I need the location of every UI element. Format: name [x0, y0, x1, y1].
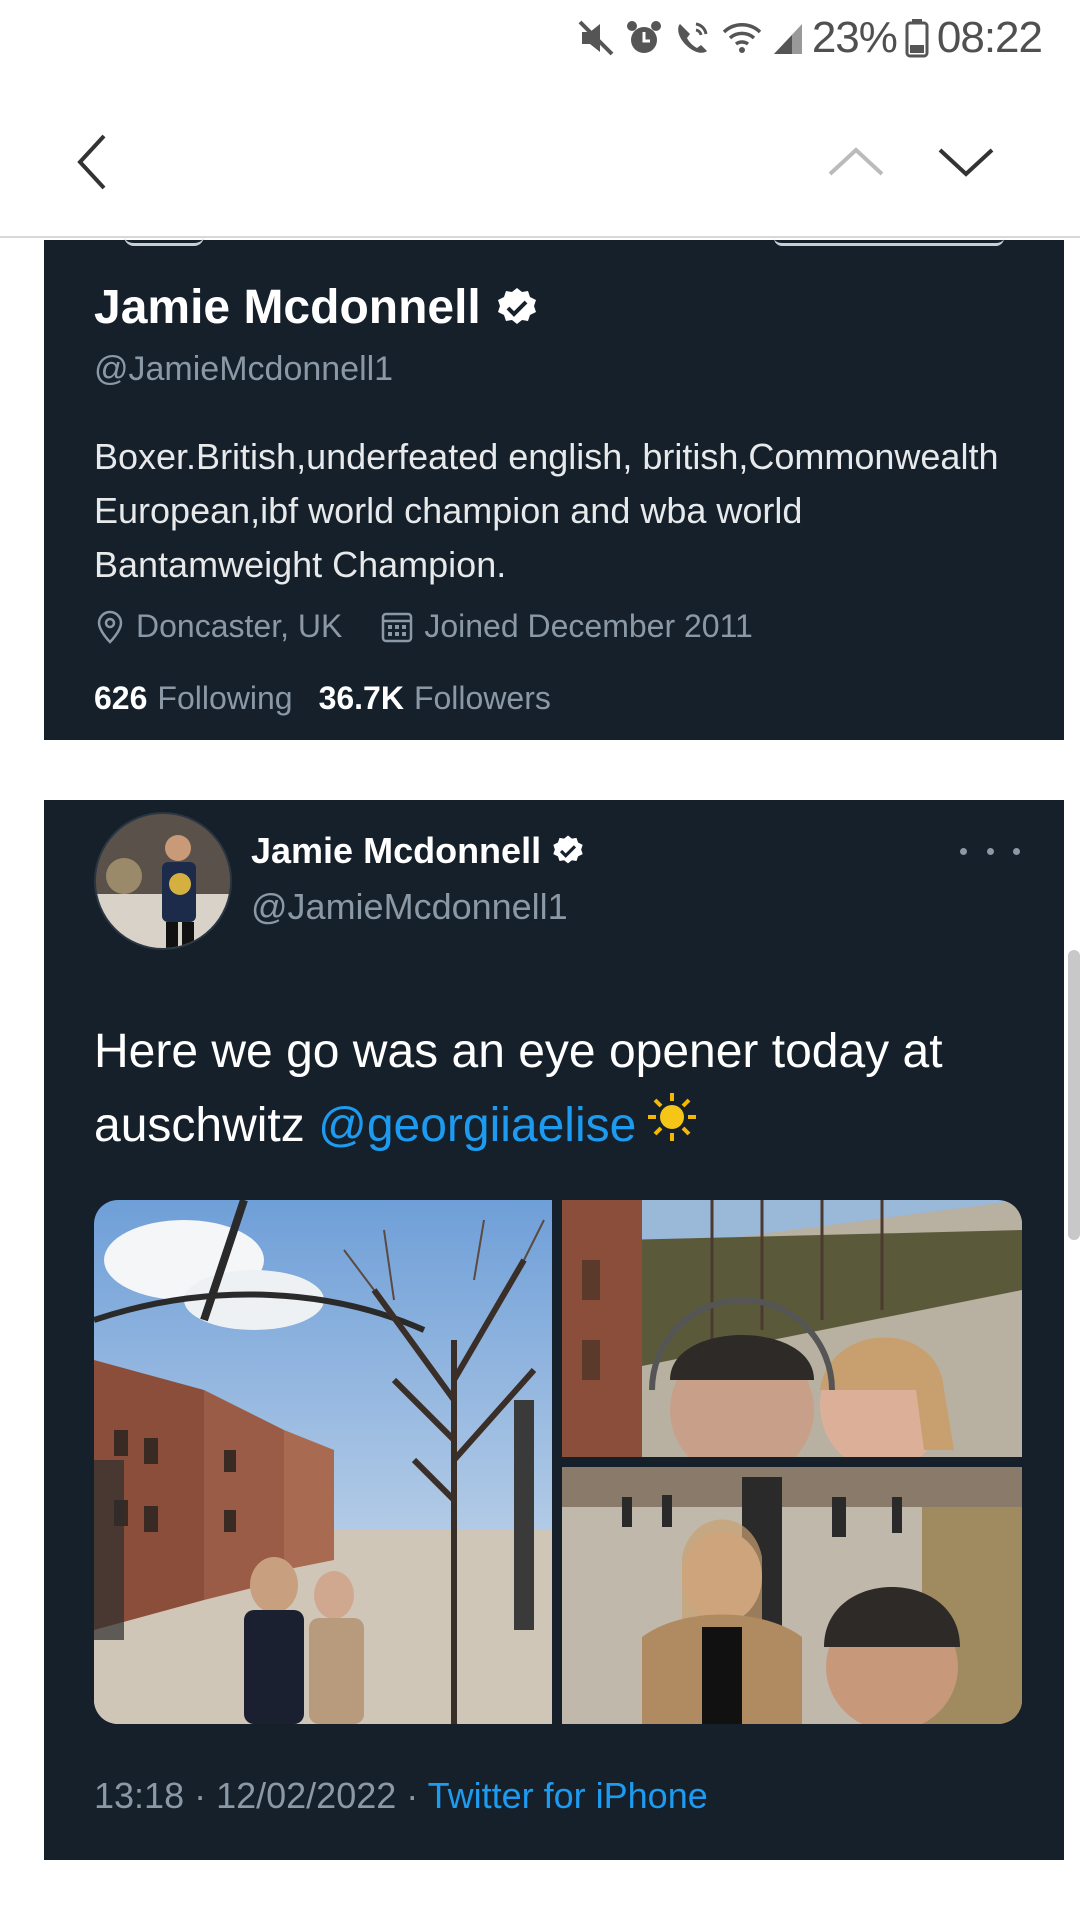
status-icons: 23% 08:22 [576, 10, 1043, 66]
following-link[interactable]: 626 Following [94, 680, 293, 717]
tweet-author-name: Jamie Mcdonnell [251, 830, 542, 871]
tweet-text: Here we go was an eye opener today at au… [94, 1015, 1034, 1165]
tweet-author[interactable]: Jamie Mcdonnell @JamieMcdonnell1 [251, 830, 585, 928]
alarm-icon [626, 21, 661, 53]
tweet-timestamp: 13:18 · 12/02/2022 · [94, 1775, 428, 1816]
status-bar: 23% 08:22 [0, 0, 1080, 76]
profile-meta: Doncaster, UK Joined December 2011 [94, 608, 781, 645]
avatar-image [96, 814, 230, 948]
chevron-up-icon [828, 147, 884, 176]
back-button[interactable] [56, 126, 128, 198]
location-text: Doncaster, UK [136, 608, 343, 644]
photo-gate [94, 1200, 552, 1724]
wifi-calling-icon [678, 22, 708, 53]
scrollbar[interactable] [1068, 950, 1080, 1240]
tweet-photo-2[interactable] [562, 1200, 1022, 1457]
more-dot-icon [1013, 847, 1020, 855]
following-count: 626 [94, 680, 148, 716]
tweet-media-grid [94, 1200, 1022, 1724]
followers-link[interactable]: 36.7K Followers [319, 680, 551, 717]
mention-link[interactable]: @georgiiaelise [318, 1099, 636, 1152]
clock: 08:22 [936, 13, 1043, 62]
battery-icon [905, 19, 929, 58]
tweet-photo-3[interactable] [562, 1467, 1022, 1724]
avatar-edge [124, 236, 204, 246]
wifi-icon [722, 23, 762, 53]
more-dot-icon [960, 847, 967, 855]
profile-stats: 626 Following 36.7K Followers [94, 680, 551, 717]
followers-label: Followers [413, 680, 551, 716]
image-viewer-nav [0, 76, 1080, 238]
profile-name-row: Jamie Mcdonnell [94, 280, 539, 335]
profile-bio: Boxer.British,underfeated english, briti… [94, 436, 999, 585]
verified-badge-icon [497, 287, 536, 324]
location-pin-icon [97, 610, 123, 644]
tweet-card: Jamie Mcdonnell @JamieMcdonnell1 Here we… [44, 800, 1064, 1860]
joined-text: Joined December 2011 [424, 608, 753, 644]
profile-name: Jamie Mcdonnell [94, 281, 481, 334]
next-button[interactable] [930, 126, 1002, 198]
tweet-photo-1[interactable] [94, 1200, 552, 1724]
location: Doncaster, UK [94, 608, 342, 645]
chevron-down-icon [938, 148, 994, 177]
signal-icon [773, 24, 802, 54]
calendar-icon [382, 612, 413, 642]
follow-button-edge [774, 238, 1004, 246]
verified-badge-icon [553, 835, 583, 864]
more-options-button[interactable] [960, 836, 1020, 866]
followers-count: 36.7K [318, 680, 404, 716]
more-dot-icon [986, 847, 994, 855]
tweet-author-handle: @JamieMcdonnell1 [251, 886, 568, 927]
profile-card: Jamie Mcdonnell @JamieMcdonnell1 Boxer.B… [44, 240, 1064, 740]
profile-handle: @JamieMcdonnell1 [94, 350, 394, 388]
photo-selfie-square [562, 1467, 1022, 1724]
avatar[interactable] [94, 812, 232, 950]
joined-date: Joined December 2011 [380, 608, 753, 645]
photo-selfie-path [562, 1200, 1022, 1457]
following-label: Following [157, 680, 293, 716]
previous-button[interactable] [820, 126, 892, 198]
mute-icon [578, 20, 614, 56]
tweet-meta: 13:18 · 12/02/2022 · Twitter for iPhone [94, 1775, 708, 1817]
tweet-name-row: Jamie Mcdonnell [251, 830, 585, 872]
back-chevron-icon [77, 134, 106, 190]
sun-icon [646, 1091, 698, 1165]
battery-percentage: 23% [811, 13, 898, 62]
tweet-source-link[interactable]: Twitter for iPhone [428, 1775, 708, 1816]
